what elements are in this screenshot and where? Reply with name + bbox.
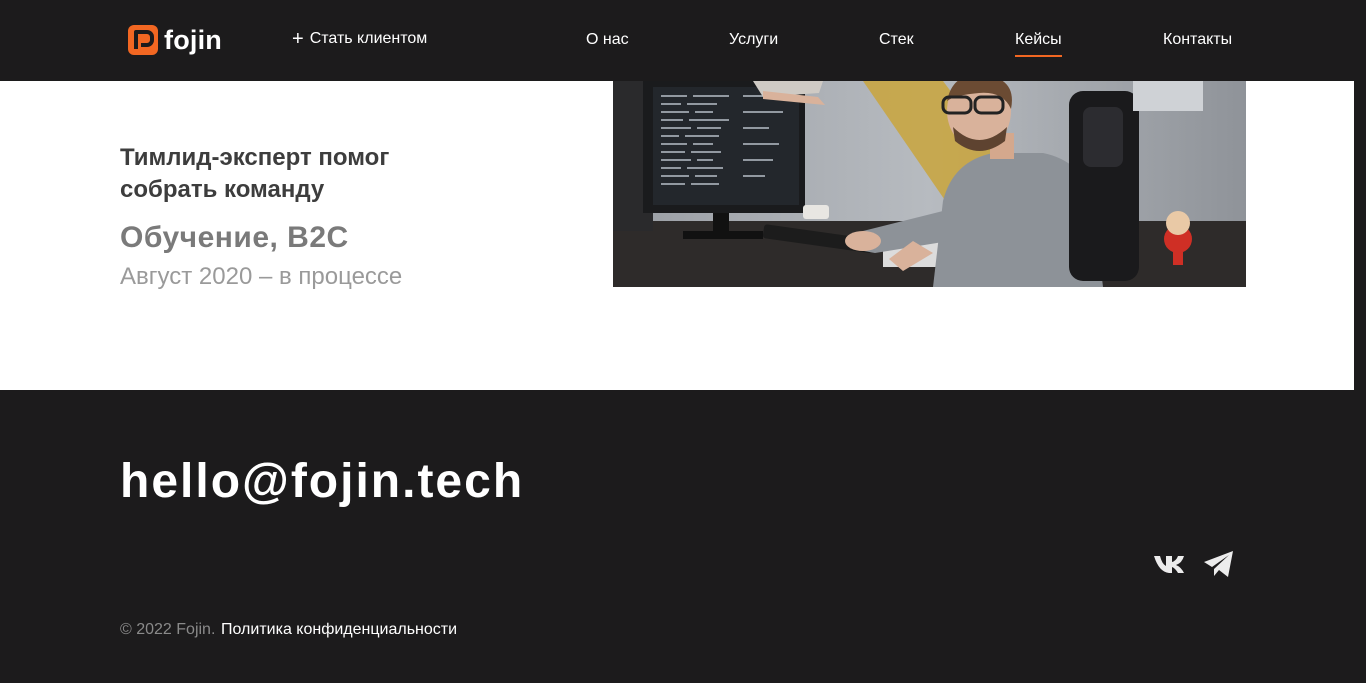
- nav-about[interactable]: О нас: [586, 31, 629, 49]
- copyright-text: © 2022 Fojin.: [120, 621, 216, 638]
- site-header: fojin + Стать клиентом О нас Услуги Стек…: [0, 0, 1366, 81]
- become-client-label: Стать клиентом: [309, 30, 428, 47]
- contact-email-link[interactable]: hello@fojin.tech: [120, 453, 524, 511]
- nav-stack[interactable]: Стек: [879, 31, 914, 49]
- plus-icon: +: [292, 28, 304, 50]
- telegram-link[interactable]: [1202, 548, 1236, 580]
- fojin-logo-icon: [128, 25, 158, 55]
- nav-services[interactable]: Услуги: [729, 31, 778, 49]
- case-card[interactable]: Тимлид-эксперт помог собрать команду Обу…: [0, 81, 1354, 390]
- page-scrollbar[interactable]: [1354, 81, 1366, 390]
- case-date: Август 2020 – в процессе: [120, 263, 403, 290]
- logo-link[interactable]: fojin: [128, 25, 222, 55]
- case-title: Тимлид-эксперт помог собрать команду: [120, 144, 390, 203]
- privacy-policy-link[interactable]: Политика конфиденциальности: [221, 621, 457, 639]
- logo-text: fojin: [164, 25, 222, 55]
- case-category: Обучение, B2C: [120, 221, 349, 254]
- case-photo-illustration: [613, 81, 1246, 287]
- case-photo: [613, 81, 1246, 287]
- become-client-link[interactable]: + Стать клиентом: [292, 29, 427, 49]
- vk-link[interactable]: [1152, 548, 1186, 580]
- nav-cases[interactable]: Кейсы: [1015, 31, 1062, 57]
- vk-icon: [1154, 556, 1184, 573]
- telegram-icon: [1204, 551, 1233, 577]
- nav-contacts[interactable]: Контакты: [1163, 31, 1232, 49]
